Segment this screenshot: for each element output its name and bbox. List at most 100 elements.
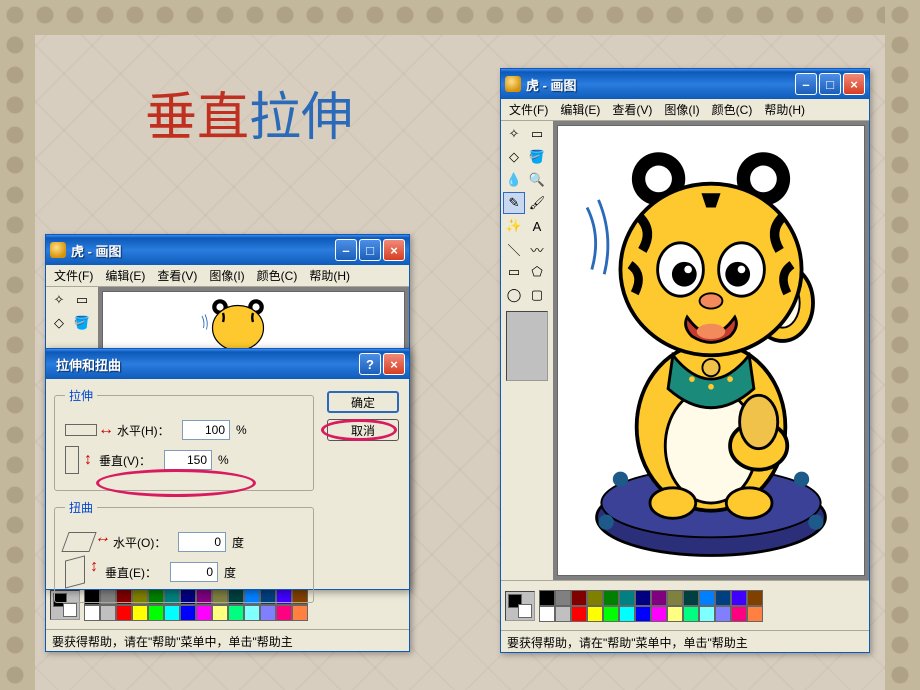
palette-swatch[interactable] (667, 606, 683, 622)
palette-swatch[interactable] (747, 606, 763, 622)
palette-swatch[interactable] (196, 605, 212, 621)
menu-image[interactable]: 图像(I) (660, 99, 703, 120)
canvas-area (553, 121, 869, 580)
palette-swatch[interactable] (228, 605, 244, 621)
palette-swatch[interactable] (715, 590, 731, 606)
canvas[interactable] (557, 125, 865, 576)
palette-swatch[interactable] (683, 590, 699, 606)
polygon-tool[interactable]: ⬠ (526, 261, 548, 283)
palette-swatch[interactable] (715, 606, 731, 622)
menu-file[interactable]: 文件(F) (505, 99, 552, 120)
palette-swatch[interactable] (587, 606, 603, 622)
percent-unit: % (236, 423, 247, 437)
app-icon (50, 242, 66, 258)
vertical-input[interactable] (164, 450, 212, 470)
dialog-titlebar[interactable]: 拉伸和扭曲 ? × (46, 349, 409, 379)
menu-help[interactable]: 帮助(H) (760, 99, 809, 120)
menu-file[interactable]: 文件(F) (50, 265, 97, 286)
palette-swatch[interactable] (635, 590, 651, 606)
skew-v-input[interactable] (170, 562, 218, 582)
palette-swatch[interactable] (555, 590, 571, 606)
palette-swatch[interactable] (603, 606, 619, 622)
horizontal-input[interactable] (182, 420, 230, 440)
palette-swatch[interactable] (651, 606, 667, 622)
roundrect-tool[interactable]: ▢ (526, 284, 548, 306)
menu-edit[interactable]: 编辑(E) (556, 99, 604, 120)
palette-swatch[interactable] (731, 606, 747, 622)
rect-tool[interactable]: ▭ (503, 261, 525, 283)
tool-options[interactable] (506, 311, 548, 381)
maximize-button[interactable]: □ (359, 239, 381, 261)
minimize-button[interactable]: – (335, 239, 357, 261)
palette-swatch[interactable] (619, 590, 635, 606)
menu-view[interactable]: 查看(V) (608, 99, 656, 120)
menu-help[interactable]: 帮助(H) (305, 265, 354, 286)
palette-swatch[interactable] (212, 605, 228, 621)
palette-swatch[interactable] (148, 605, 164, 621)
palette-swatch[interactable] (116, 605, 132, 621)
palette-swatch[interactable] (587, 590, 603, 606)
fill-tool[interactable]: 🪣 (71, 312, 93, 334)
palette-swatch[interactable] (683, 606, 699, 622)
palette-swatch[interactable] (260, 605, 276, 621)
palette-swatch[interactable] (747, 590, 763, 606)
menu-image[interactable]: 图像(I) (205, 265, 248, 286)
free-select-tool[interactable]: ✧ (48, 289, 70, 311)
text-tool[interactable]: A (526, 215, 548, 237)
color-fg-bg[interactable] (505, 591, 535, 621)
titlebar[interactable]: 虎 - 画图 – □ × (501, 69, 869, 99)
close-button[interactable]: × (843, 73, 865, 95)
menu-color[interactable]: 颜色(C) (253, 265, 302, 286)
palette-swatch[interactable] (651, 590, 667, 606)
palette-swatch[interactable] (619, 606, 635, 622)
maximize-button[interactable]: □ (819, 73, 841, 95)
rect-select-tool[interactable]: ▭ (526, 123, 548, 145)
minimize-button[interactable]: – (795, 73, 817, 95)
vertical-skew-row: 垂直(E)： 度 (65, 558, 303, 586)
palette-swatch[interactable] (180, 605, 196, 621)
cancel-button[interactable]: 取消 (327, 419, 399, 441)
menu-edit[interactable]: 编辑(E) (101, 265, 149, 286)
palette-swatch[interactable] (539, 606, 555, 622)
palette-swatch[interactable] (555, 606, 571, 622)
brush-tool[interactable]: 🖌 (526, 192, 548, 214)
palette-swatch[interactable] (667, 590, 683, 606)
palette-swatch[interactable] (699, 590, 715, 606)
palette-swatch[interactable] (635, 606, 651, 622)
palette-swatch[interactable] (84, 605, 100, 621)
help-button[interactable]: ? (359, 353, 381, 375)
curve-tool[interactable]: 〰 (526, 238, 548, 260)
ellipse-tool[interactable]: ◯ (503, 284, 525, 306)
palette-swatch[interactable] (699, 606, 715, 622)
palette-swatch[interactable] (100, 605, 116, 621)
eraser-tool[interactable]: ◇ (48, 312, 70, 334)
picker-tool[interactable]: 💧 (503, 169, 525, 191)
fill-tool[interactable]: 🪣 (526, 146, 548, 168)
ok-button[interactable]: 确定 (327, 391, 399, 413)
titlebar[interactable]: 虎 - 画图 – □ × (46, 235, 409, 265)
skew-h-input[interactable] (178, 532, 226, 552)
window-body: ✧ ▭ ◇ 🪣 💧 🔍 ✎ 🖌 ✨ A ＼ 〰 ▭ ⬠ ◯ ▢ (501, 121, 869, 580)
palette-swatch[interactable] (571, 590, 587, 606)
rect-select-tool[interactable]: ▭ (71, 289, 93, 311)
free-select-tool[interactable]: ✧ (503, 123, 525, 145)
colorbox (501, 580, 869, 630)
palette-swatch[interactable] (603, 590, 619, 606)
palette-swatch[interactable] (292, 605, 308, 621)
airbrush-tool[interactable]: ✨ (503, 215, 525, 237)
palette-swatch[interactable] (164, 605, 180, 621)
dialog-close-button[interactable]: × (383, 353, 405, 375)
palette-swatch[interactable] (132, 605, 148, 621)
palette-swatch[interactable] (571, 606, 587, 622)
palette-swatch[interactable] (731, 590, 747, 606)
palette-swatch[interactable] (539, 590, 555, 606)
line-tool[interactable]: ＼ (503, 238, 525, 260)
menu-color[interactable]: 颜色(C) (708, 99, 757, 120)
magnifier-tool[interactable]: 🔍 (526, 169, 548, 191)
menu-view[interactable]: 查看(V) (153, 265, 201, 286)
close-button[interactable]: × (383, 239, 405, 261)
palette-swatch[interactable] (244, 605, 260, 621)
pencil-tool[interactable]: ✎ (503, 192, 525, 214)
palette-swatch[interactable] (276, 605, 292, 621)
eraser-tool[interactable]: ◇ (503, 146, 525, 168)
